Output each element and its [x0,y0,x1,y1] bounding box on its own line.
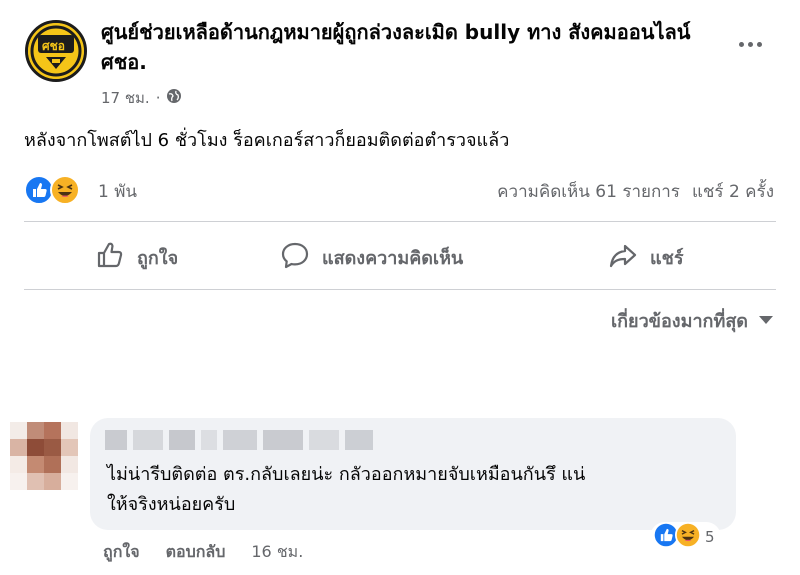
comment-line: ไม่น่ารีบติดต่อ ตร.กลับเลยน่ะ กลัวออกหมา… [107,464,586,485]
like-label: ถูกใจ [137,247,179,269]
comment-reaction-count: 5 [705,528,715,546]
meta-separator: · [155,89,161,107]
share-label: แชร์ [650,247,684,269]
post-stats: ความคิดเห็น 61 รายการ แชร์ 2 ครั้ง [497,178,774,205]
comment-sort-dropdown[interactable]: เกี่ยวข้องมากที่สุด [611,306,774,335]
post-time[interactable]: 17 ชม. [101,86,150,110]
post-meta: 17 ชม. · [101,86,182,110]
divider [24,221,776,222]
comment-button[interactable]: แสดงความคิดเห็น [280,238,463,276]
comments-count[interactable]: ความคิดเห็น 61 รายการ [497,178,680,205]
commenter-avatar[interactable] [10,422,78,490]
comment-label: แสดงความคิดเห็น [322,247,464,269]
thumbs-up-icon [95,240,125,275]
comment-reply-button[interactable]: ตอบกลับ [166,540,226,565]
sort-label: เกี่ยวข้องมากที่สุด [610,311,748,332]
page-name[interactable]: ศูนย์ช่วยเหลือด้านกฎหมายผู้ถูกล่วงละเมิด… [101,17,701,77]
post-reactions[interactable] [24,175,80,209]
comment-actions: ถูกใจ ตอบกลับ 16 ชม. [103,540,303,565]
page-logo-text: ศชอ [42,39,65,53]
share-button[interactable]: แชร์ [608,238,684,276]
share-arrow-icon [608,240,638,275]
comment-text: ไม่น่ารีบติดต่อ ตร.กลับเลยน่ะ กลัวออกหมา… [107,460,727,520]
comment-line: ให้จริงหน่อยครับ [107,494,236,515]
speech-bubble-icon [280,240,310,275]
shares-count[interactable]: แชร์ 2 ครั้ง [692,178,774,205]
haha-reaction-icon [675,522,701,552]
globe-icon [166,88,182,108]
more-options-icon[interactable] [733,32,767,56]
like-button[interactable]: ถูกใจ [95,238,178,276]
commenter-name-blurred[interactable] [105,430,373,452]
post-text: หลังจากโพสต์ไป 6 ชั่วโมง ร็อคเกอร์สาวก็ย… [24,130,510,151]
comment-like-button[interactable]: ถูกใจ [103,540,140,565]
comment-time[interactable]: 16 ชม. [251,540,303,565]
haha-reaction-icon [50,175,80,209]
divider [24,289,776,290]
reaction-count[interactable]: 1 พัน [98,178,137,205]
page-avatar[interactable]: ศชอ [25,20,87,82]
caret-down-icon [758,310,774,331]
comment-reactions[interactable]: 5 [650,522,721,552]
